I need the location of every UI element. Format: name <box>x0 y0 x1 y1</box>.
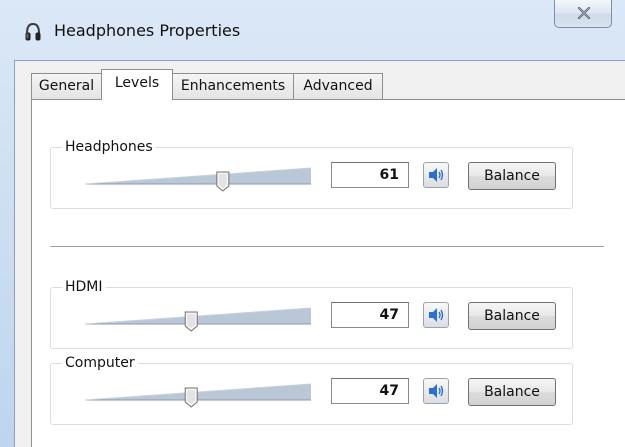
dialog-body: General Levels Enhancements Advanced Hea… <box>14 60 625 447</box>
slider-thumb[interactable] <box>216 171 230 192</box>
balance-button[interactable]: Balance <box>468 302 556 330</box>
window-title: Headphones Properties <box>54 21 241 40</box>
slider-thumb[interactable] <box>184 387 198 408</box>
device-group-computer: Computer 47 Balance <box>50 355 573 425</box>
mute-button[interactable] <box>423 302 449 328</box>
mute-button[interactable] <box>423 378 449 404</box>
tab-advanced[interactable]: Advanced <box>293 73 383 99</box>
tab-general[interactable]: General <box>31 73 102 99</box>
device-group-hdmi: HDMI 47 Balance <box>50 279 573 349</box>
volume-slider[interactable] <box>85 162 311 192</box>
headphones-icon <box>24 22 42 42</box>
tab-levels[interactable]: Levels <box>101 69 173 100</box>
slider-thumb[interactable] <box>184 311 198 332</box>
balance-button[interactable]: Balance <box>468 162 556 190</box>
mute-button[interactable] <box>423 162 449 188</box>
volume-value-input[interactable]: 47 <box>331 378 409 404</box>
device-label: HDMI <box>62 279 106 295</box>
close-button[interactable] <box>554 0 612 28</box>
separator <box>50 246 604 247</box>
volume-slider[interactable] <box>85 302 311 332</box>
title-bar[interactable]: Headphones Properties <box>0 0 625 60</box>
balance-button[interactable]: Balance <box>468 378 556 406</box>
levels-tab-panel: Headphones 61 Balance HDMI 47 Balance Co… <box>31 99 625 447</box>
device-group-headphones: Headphones 61 Balance <box>50 139 573 209</box>
volume-value-input[interactable]: 47 <box>331 302 409 328</box>
device-label: Headphones <box>62 139 156 155</box>
tab-enhancements[interactable]: Enhancements <box>172 73 294 99</box>
device-label: Computer <box>62 355 138 371</box>
volume-slider[interactable] <box>85 378 311 408</box>
headphones-properties-window: Headphones Properties General Levels Enh… <box>0 0 625 447</box>
volume-value-input[interactable]: 61 <box>331 162 409 188</box>
